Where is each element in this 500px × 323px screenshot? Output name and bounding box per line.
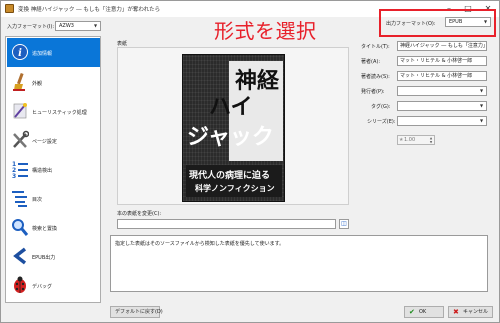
sidebar-item-label: デバッグ [32,284,53,290]
numbered-list-icon: 1 2 3 [12,161,28,179]
sidebar-item-page-setup[interactable]: ページ設定 [7,126,100,155]
series-index-value: 1.00 [404,137,416,143]
window-title: 変換 神経ハイジャック ― もしも「注意力」が奪われたら [18,7,161,13]
spin-down-icon[interactable]: ▼ [428,140,434,144]
star-icon: ★ [399,137,404,143]
toc-icon [12,191,27,207]
browse-cover-button[interactable]: ◫ [339,219,349,229]
sidebar-item-label: 外観 [32,81,43,87]
ok-button[interactable]: ✔ OK [404,306,444,318]
description-box[interactable]: 指定した表紙はそのソースファイルから検知した表紙を優先して使います。 [110,235,488,292]
cover-subtitle2: 科学ノンフィクション [195,184,275,193]
publisher-label: 発行者(P): [361,89,385,95]
folder-icon: ◫ [341,220,347,227]
ok-label: OK [419,309,427,315]
input-format-value: AZW3 [59,23,74,29]
tags-select[interactable]: ▼ [397,101,487,111]
title-label: タイトル(T): [361,44,390,50]
sidebar: i 追加情報 外観 ヒューリスティック処理 ページ設定 1 2 3 構造検出 目… [5,36,101,303]
author-sort-label: 著者読み(S): [361,74,390,80]
sidebar-item-label: EPUB出力 [32,255,56,261]
sidebar-item-structure-detection[interactable]: 1 2 3 構造検出 [7,155,100,184]
output-format-value: EPUB [449,19,463,25]
magnifier-icon [12,219,29,236]
publisher-select[interactable]: ▼ [397,86,487,96]
tools-icon [13,130,29,148]
sidebar-item-label: 追加情報 [32,51,53,57]
info-icon: i [12,44,28,60]
chevron-down-icon: ▼ [93,23,98,28]
cancel-label: キャンセル [463,309,489,315]
ladybug-icon [14,276,26,293]
chevron-down-icon: ▼ [479,118,484,123]
paintbrush-icon [13,72,25,91]
author-sort-input[interactable]: マット・リヒテル & 小林啓一郎 [397,71,487,81]
app-icon [5,4,14,13]
author-input[interactable]: マット・リヒテル & 小林啓一郎 [397,56,487,66]
series-index-spinbox[interactable]: ★ 1.00 ▲ ▼ [397,135,435,145]
restore-defaults-label: デフォルトに戻す(D) [115,309,163,315]
chevron-down-icon: ▼ [479,88,484,93]
cancel-icon: ✖ [453,308,459,316]
output-format-label: 出力フォーマット(O): [386,21,436,27]
sidebar-item-toc[interactable]: 目次 [7,184,100,213]
sidebar-item-label: 検索と置換 [32,226,58,232]
cover-path-input[interactable] [117,219,336,229]
svg-text:3: 3 [12,173,16,179]
title-input[interactable]: 神経ハイジャック ― もしも「注意力」が奪われたら [397,41,487,51]
sidebar-item-label: 構造検出 [32,168,53,174]
book-cover-image: 神経 ハイ ジャック 現代人の病理に迫る 科学ノンフィクション [182,54,285,202]
back-arrow-icon [13,247,27,265]
change-cover-label: 本の表紙を変更(C): [117,211,162,217]
restore-defaults-button[interactable]: デフォルトに戻す(D) [110,306,163,318]
cancel-button[interactable]: ✖ キャンセル [448,306,493,318]
chevron-down-icon: ▼ [479,103,484,108]
author-label: 著者(A): [361,59,381,65]
cover-subtitle1: 現代人の病理に迫る [189,171,271,181]
cover-preview[interactable]: 神経 ハイ ジャック 現代人の病理に迫る 科学ノンフィクション [117,47,349,205]
output-format-select[interactable]: EPUB ▼ [445,17,491,27]
sidebar-item-metadata[interactable]: i 追加情報 [7,38,100,67]
cover-label: 表紙 [117,41,128,47]
description-text: 指定した表紙はそのソースファイルから検知した表紙を優先して使います。 [115,241,285,247]
cover-title-line2: ハイ [209,95,253,120]
cover-title-line3: ジャック [187,125,274,150]
tags-label: タグ(G): [371,104,391,110]
convert-dialog: 変換 神経ハイジャック ― もしも「注意力」が奪われたら – □ ✕ 入力フォー… [0,0,500,323]
sidebar-item-label: ヒューリスティック処理 [32,110,87,116]
svg-text:i: i [18,48,22,59]
series-select[interactable]: ▼ [397,116,487,126]
sidebar-item-label: 目次 [32,197,43,203]
checkmark-icon: ✔ [409,308,415,316]
sidebar-item-label: ページ設定 [32,139,57,145]
sidebar-item-heuristics[interactable]: ヒューリスティック処理 [7,97,100,126]
chevron-down-icon: ▼ [483,19,488,24]
sidebar-item-look-feel[interactable]: 外観 [7,68,100,97]
sidebar-item-search-replace[interactable]: 検索と置換 [7,213,100,242]
sidebar-item-epub-output[interactable]: EPUB出力 [7,242,100,271]
sidebar-item-debug[interactable]: デバッグ [7,271,100,300]
input-format-select[interactable]: AZW3 ▼ [55,21,101,31]
input-format-label: 入力フォーマット(I): [7,24,55,30]
annotation-text: 形式を選択 [214,19,317,43]
magic-wand-icon [13,103,27,119]
series-label: シリーズ(E): [367,119,396,125]
